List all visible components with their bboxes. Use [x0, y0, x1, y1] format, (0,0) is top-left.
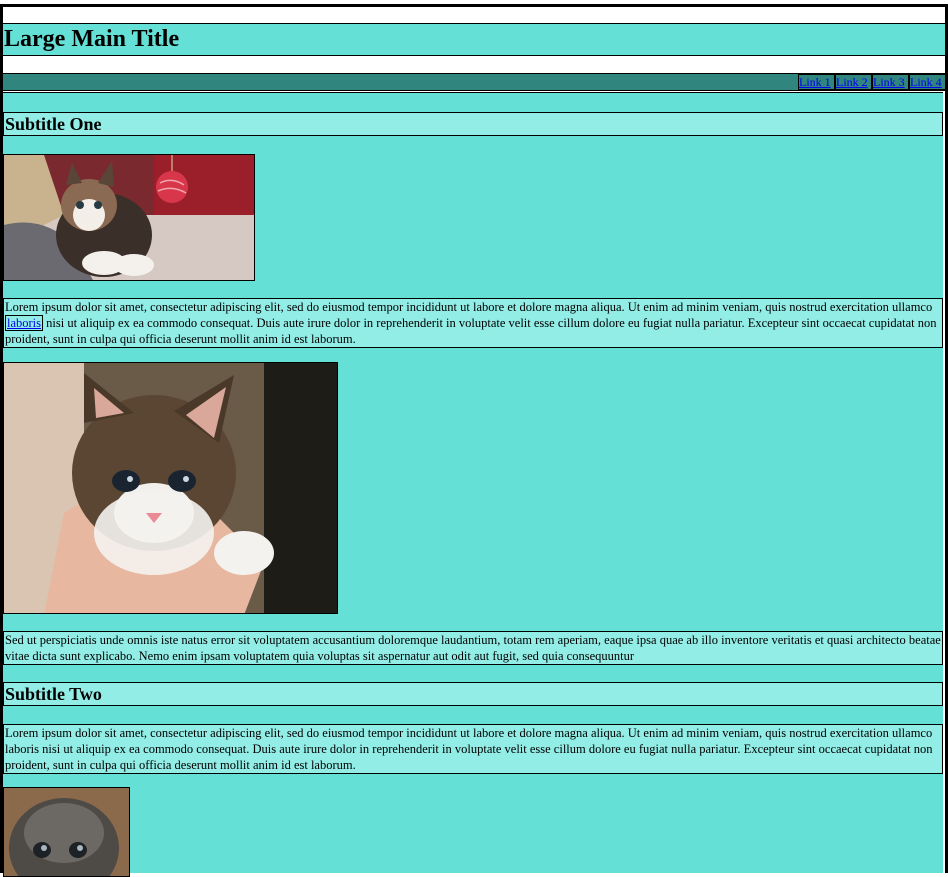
kitten-hand-photo [4, 363, 337, 613]
paragraph-text-after-link: nisi ut aliquip ex ea commodo consequat.… [5, 316, 937, 346]
nav-link-4[interactable]: Link 4 [909, 74, 946, 90]
kitten-yarn-photo [4, 155, 254, 280]
kitten-image-2 [3, 362, 338, 614]
header-spacer [3, 56, 945, 74]
kitten-image-1 [3, 154, 255, 281]
site-header: Large Main Title [3, 24, 945, 56]
nav-link-3[interactable]: Link 3 [872, 74, 909, 90]
section-one-subtitle: Subtitle One [3, 112, 943, 136]
top-spacer [3, 7, 945, 24]
section-one-paragraph-two: Sed ut perspiciatis unde omnis iste natu… [3, 631, 943, 665]
paragraph-text-before-link: Lorem ipsum dolor sit amet, consectetur … [5, 300, 933, 314]
nav-link-2[interactable]: Link 2 [835, 74, 872, 90]
section-one-paragraph-one: Lorem ipsum dolor sit amet, consectetur … [3, 298, 943, 348]
section-two-subtitle: Subtitle Two [3, 682, 943, 706]
nav-link-1[interactable]: Link 1 [798, 74, 835, 90]
nav-bar: Link 1 Link 2 Link 3 Link 4 [3, 74, 946, 91]
laboris-link[interactable]: laboris [5, 315, 44, 331]
page-title: Large Main Title [4, 26, 180, 52]
main-content: Subtitle One Lorem ipsum dolor sit amet,… [3, 92, 943, 877]
section-two-paragraph-one: Lorem ipsum dolor sit amet, consectetur … [3, 724, 943, 774]
